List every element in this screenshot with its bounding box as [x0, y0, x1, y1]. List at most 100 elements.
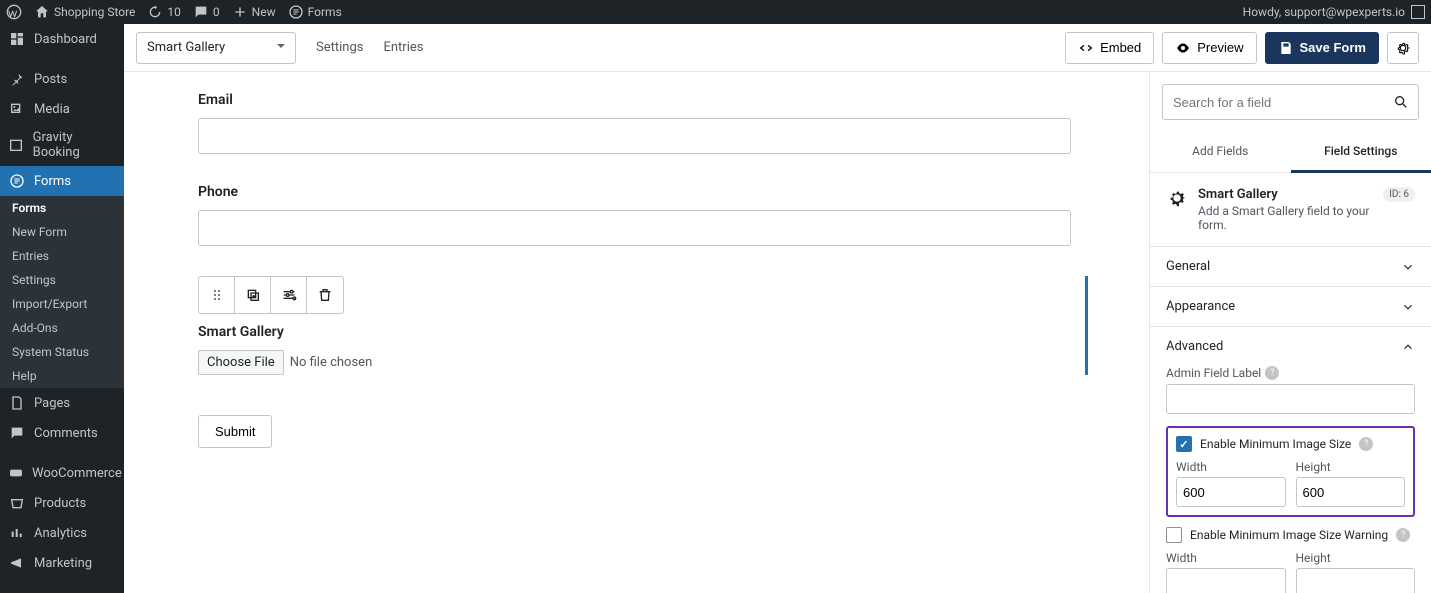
warning-height-input[interactable] [1296, 568, 1416, 593]
sidebar-item-gravity-booking[interactable]: Gravity Booking [0, 124, 124, 166]
new-label: New [252, 5, 276, 19]
sidebar-item-analytics[interactable]: Analytics [0, 518, 124, 548]
smart-gallery-field-block[interactable]: Smart Gallery Choose File No file chosen [198, 276, 1088, 375]
form-canvas: Email Phone Smart Gallery [124, 72, 1149, 593]
sidebar-sub-new-form[interactable]: New Form [0, 220, 124, 244]
forms-label: Forms [308, 5, 342, 19]
media-icon [8, 100, 26, 118]
form-selector-dropdown[interactable]: Smart Gallery [136, 32, 296, 64]
no-file-text: No file chosen [290, 355, 373, 370]
duplicate-field-button[interactable] [235, 277, 271, 313]
tab-add-fields[interactable]: Add Fields [1150, 132, 1291, 172]
sidebar-item-appearance[interactable]: Appearance [0, 588, 124, 593]
help-icon[interactable]: ? [1396, 528, 1410, 542]
enable-min-image-size-label: Enable Minimum Image Size [1200, 437, 1351, 451]
help-icon[interactable]: ? [1359, 437, 1373, 451]
help-icon[interactable]: ? [1265, 366, 1279, 380]
tab-entries[interactable]: Entries [383, 40, 423, 55]
phone-label: Phone [198, 184, 1109, 200]
choose-file-button[interactable]: Choose File [198, 350, 284, 375]
embed-button[interactable]: Embed [1065, 32, 1154, 64]
panel-header-desc: Add a Smart Gallery field to your form. [1198, 204, 1373, 232]
enable-min-image-size-checkbox[interactable] [1176, 436, 1192, 452]
phone-field-block[interactable]: Phone [198, 184, 1109, 246]
sidebar-sub-import-export[interactable]: Import/Export [0, 292, 124, 316]
height-label: Height [1296, 460, 1406, 474]
enable-min-image-warning-checkbox[interactable] [1166, 527, 1182, 543]
user-avatar-icon[interactable] [1411, 5, 1425, 19]
forms-link[interactable]: Forms [288, 4, 342, 20]
calendar-icon [8, 136, 25, 154]
site-name-link[interactable]: Shopping Store [34, 4, 135, 20]
comments-link[interactable]: 0 [193, 4, 220, 20]
pin-icon [8, 70, 26, 88]
sidebar-item-woocommerce[interactable]: WooCommerce [0, 458, 124, 488]
sidebar-item-media[interactable]: Media [0, 94, 124, 124]
tab-settings[interactable]: Settings [316, 40, 363, 55]
preview-button[interactable]: Preview [1162, 32, 1256, 64]
email-field-block[interactable]: Email [198, 92, 1109, 154]
section-appearance-toggle[interactable]: Appearance [1150, 287, 1431, 326]
width-label: Width [1176, 460, 1286, 474]
editor-toolbar: Smart Gallery Settings Entries Embed Pre… [124, 24, 1431, 72]
field-settings-panel: Add Fields Field Settings Smart Gallery … [1149, 72, 1431, 593]
section-general-toggle[interactable]: General [1150, 247, 1431, 286]
updates-count: 10 [167, 5, 181, 19]
page-icon [8, 394, 26, 412]
field-action-toolbar [198, 276, 344, 314]
comment-icon [8, 424, 26, 442]
marketing-icon [8, 554, 26, 572]
sidebar-sub-system-status[interactable]: System Status [0, 340, 124, 364]
updates-link[interactable]: 10 [147, 4, 181, 20]
sidebar-item-comments[interactable]: Comments [0, 418, 124, 448]
section-advanced-toggle[interactable]: Advanced [1150, 327, 1431, 366]
email-input[interactable] [198, 118, 1071, 154]
chevron-down-icon [1401, 300, 1415, 314]
comments-count: 0 [213, 5, 220, 19]
min-image-size-highlight: Enable Minimum Image Size ? Width Height [1166, 426, 1415, 517]
sidebar-item-posts[interactable]: Posts [0, 64, 124, 94]
delete-field-button[interactable] [307, 277, 343, 313]
howdy-text[interactable]: Howdy, support@wpexperts.io [1243, 5, 1405, 19]
sidebar-item-forms[interactable]: Forms [0, 166, 124, 196]
search-icon [1393, 94, 1409, 110]
panel-header-title: Smart Gallery [1198, 187, 1373, 202]
save-form-button[interactable]: Save Form [1265, 32, 1379, 64]
sidebar-sub-help[interactable]: Help [0, 364, 124, 388]
min-width-input[interactable] [1176, 477, 1286, 507]
submit-button[interactable]: Submit [198, 415, 272, 448]
sidebar-item-products[interactable]: Products [0, 488, 124, 518]
warning-width-input[interactable] [1166, 568, 1286, 593]
form-settings-gear-button[interactable] [1387, 32, 1419, 64]
drag-handle[interactable] [199, 277, 235, 313]
site-name: Shopping Store [54, 5, 135, 19]
wp-logo[interactable] [6, 4, 22, 20]
main-area: Smart Gallery Settings Entries Embed Pre… [124, 24, 1431, 593]
sidebar-sub-addons[interactable]: Add-Ons [0, 316, 124, 340]
field-settings-button[interactable] [271, 277, 307, 313]
chevron-down-icon [1401, 260, 1415, 274]
sidebar-sub-forms[interactable]: Forms [0, 196, 124, 220]
admin-field-label-text: Admin Field Label [1166, 366, 1261, 380]
enable-min-image-warning-label: Enable Minimum Image Size Warning [1190, 528, 1388, 542]
sidebar-item-marketing[interactable]: Marketing [0, 548, 124, 578]
products-icon [8, 494, 26, 512]
forms-icon [8, 172, 26, 190]
min-height-input[interactable] [1296, 477, 1406, 507]
phone-input[interactable] [198, 210, 1071, 246]
width2-label: Width [1166, 551, 1286, 565]
new-content-link[interactable]: New [232, 4, 276, 20]
sidebar-item-pages[interactable]: Pages [0, 388, 124, 418]
gear-icon [1166, 187, 1188, 209]
height2-label: Height [1296, 551, 1416, 565]
tab-field-settings[interactable]: Field Settings [1291, 132, 1431, 173]
chevron-up-icon [1401, 340, 1415, 354]
sidebar-item-dashboard[interactable]: Dashboard [0, 24, 124, 54]
email-label: Email [198, 92, 1109, 108]
admin-field-label-input[interactable] [1166, 384, 1415, 414]
sidebar-sub-settings[interactable]: Settings [0, 268, 124, 292]
search-field-input[interactable] [1162, 84, 1419, 120]
wp-admin-bar: Shopping Store 10 0 New Forms Howdy, sup… [0, 0, 1431, 24]
sidebar-sub-entries[interactable]: Entries [0, 244, 124, 268]
analytics-icon [8, 524, 26, 542]
